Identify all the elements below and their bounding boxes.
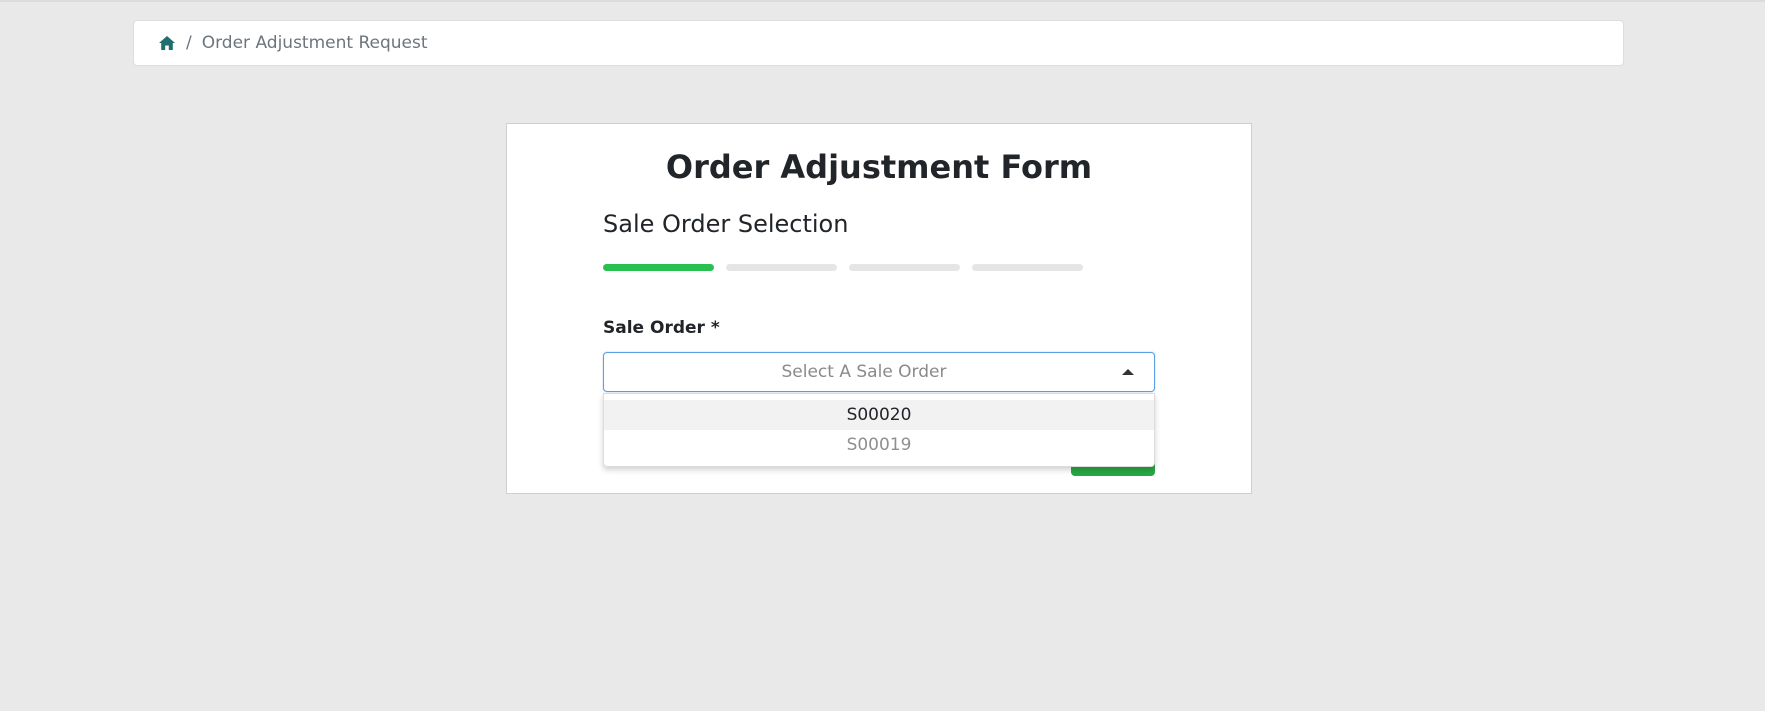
step-indicator-2 bbox=[726, 264, 837, 271]
sale-order-search-input[interactable] bbox=[614, 353, 1114, 391]
step-indicator-1 bbox=[603, 264, 714, 271]
step-indicator-3 bbox=[849, 264, 960, 271]
step-progress bbox=[603, 264, 1083, 271]
caret-up-icon[interactable] bbox=[1122, 369, 1134, 375]
sale-order-option[interactable]: S00019 bbox=[604, 430, 1154, 460]
step-indicator-4 bbox=[972, 264, 1083, 271]
top-border-line bbox=[0, 0, 1765, 2]
sale-order-dropdown: S00020 S00019 bbox=[603, 393, 1155, 467]
home-icon[interactable] bbox=[158, 35, 176, 51]
breadcrumb-current: Order Adjustment Request bbox=[201, 33, 428, 53]
sale-order-option[interactable]: S00020 bbox=[604, 400, 1154, 430]
step-title: Sale Order Selection bbox=[603, 210, 849, 238]
sale-order-select[interactable] bbox=[603, 352, 1155, 392]
breadcrumb: / Order Adjustment Request bbox=[133, 20, 1624, 66]
order-adjustment-form-card: Order Adjustment Form Sale Order Selecti… bbox=[506, 123, 1252, 494]
form-title: Order Adjustment Form bbox=[665, 148, 1093, 186]
sale-order-label: Sale Order * bbox=[603, 318, 720, 338]
breadcrumb-separator: / bbox=[186, 33, 192, 53]
